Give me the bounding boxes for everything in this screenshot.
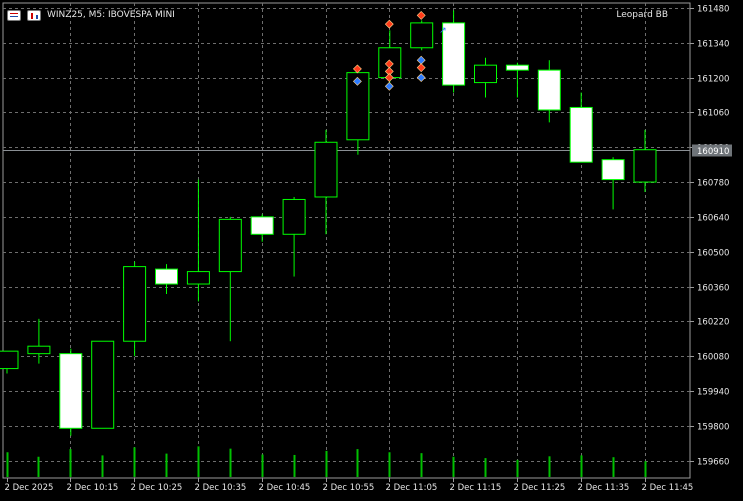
sell-signal-marker: [416, 11, 426, 20]
candle-body: [123, 266, 147, 342]
candle-body: [633, 149, 657, 183]
buy-signal-marker: [416, 55, 426, 65]
y-tick-label: 160500: [697, 249, 729, 259]
buy-signal-marker: [416, 73, 426, 83]
sell-signal-marker: [384, 19, 394, 29]
signal-mark: ↗: [439, 26, 447, 36]
y-tick-label: 159800: [697, 423, 729, 433]
candle-body: [59, 353, 83, 429]
candle-body: [282, 198, 306, 235]
candle-body: [505, 64, 529, 71]
x-tick-label: 2 Dec 10:35: [195, 483, 247, 493]
y-tick-label: 160640: [697, 214, 729, 224]
y-tick-label: 161340: [697, 40, 729, 50]
y-tick-label: 161200: [697, 75, 729, 85]
y-tick-label: 160220: [697, 318, 729, 328]
y-tick-label: 159940: [697, 388, 729, 398]
candle-body: [0, 350, 19, 370]
y-tick-label: 160360: [697, 284, 729, 294]
bar-chart-icon[interactable]: [27, 9, 41, 21]
sell-signal-marker: [416, 63, 426, 73]
y-tick-label: 160080: [697, 353, 729, 363]
candle-body: [314, 141, 338, 198]
y-tick-label: 161060: [697, 109, 729, 119]
chart-window[interactable]: 1614801613401612001610601609201607801606…: [0, 0, 743, 497]
x-tick-label: 2 Dec 10:45: [259, 483, 311, 493]
x-tick-label: 2 Dec 11:45: [642, 483, 694, 493]
candle-body: [218, 218, 242, 273]
candle-body: [155, 268, 178, 285]
candle-body: [601, 159, 625, 181]
price-chart[interactable]: 1614801613401612001610601609201607801606…: [0, 0, 743, 497]
y-tick-label: 161480: [697, 5, 729, 15]
candle-body: [27, 345, 51, 355]
x-tick-label: 2 Dec 11:15: [450, 483, 502, 493]
x-tick-label: 2 Dec 2025: [5, 483, 54, 493]
candle-body: [186, 271, 210, 285]
candle-body: [91, 340, 115, 429]
candle-body: [250, 216, 274, 235]
y-tick-label: 159660: [697, 458, 729, 468]
x-tick-label: 2 Dec 10:55: [323, 483, 375, 493]
table-icon[interactable]: [7, 9, 21, 21]
candle-body: [410, 22, 434, 49]
buy-signal-marker: [384, 81, 394, 91]
indicator-label: Leopard BB: [616, 10, 668, 20]
x-tick-label: 2 Dec 11:25: [514, 483, 566, 493]
symbol-info: WINZ25, M5: IBOVESPA MINI: [47, 10, 175, 20]
chart-header: WINZ25, M5: IBOVESPA MINI: [7, 9, 175, 21]
candle-body: [569, 106, 593, 163]
x-tick-label: 2 Dec 11:35: [578, 483, 630, 493]
current-price-value: 160910: [697, 147, 729, 157]
y-tick-label: 160780: [697, 179, 729, 189]
x-tick-label: 2 Dec 10:15: [67, 483, 119, 493]
x-tick-label: 2 Dec 10:25: [131, 483, 183, 493]
sell-signal-marker: [352, 64, 362, 74]
candle-body: [537, 69, 561, 111]
candle-body: [474, 64, 497, 84]
x-tick-label: 2 Dec 11:05: [386, 483, 438, 493]
